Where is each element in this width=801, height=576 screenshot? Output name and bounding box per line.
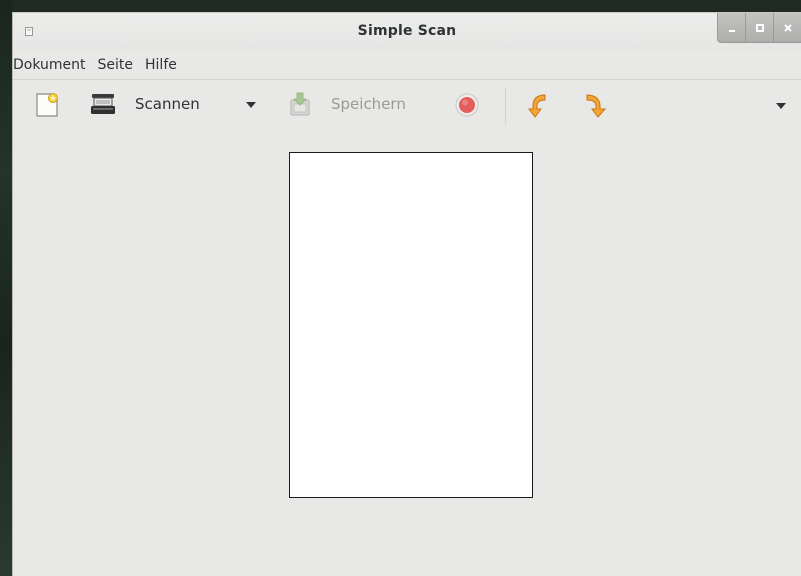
chevron-down-icon [776, 103, 786, 109]
rotate-right-icon [586, 94, 607, 118]
window-controls [717, 13, 801, 43]
save-icon [290, 92, 310, 116]
titlebar[interactable]: Simple Scan [13, 13, 801, 51]
scanner-icon [91, 94, 115, 114]
new-document-button[interactable] [35, 92, 59, 118]
minimize-button[interactable] [717, 13, 745, 43]
save-label: Speichern [331, 95, 406, 113]
stop-button[interactable] [455, 93, 479, 117]
app-window: Simple Scan Dokument Seite Hilfe Scannen… [12, 12, 801, 576]
minimize-icon [728, 29, 735, 32]
close-icon [783, 23, 792, 32]
scan-options-dropdown[interactable] [245, 101, 257, 109]
toolbar-overflow-dropdown[interactable] [775, 102, 787, 110]
save-button[interactable]: Speichern [289, 91, 406, 117]
chevron-down-icon [246, 102, 256, 108]
rotate-left-button[interactable] [525, 91, 551, 119]
menu-dokument[interactable]: Dokument [13, 57, 86, 73]
maximize-icon [755, 23, 764, 32]
toolbar: Scannen Speichern [13, 80, 801, 130]
close-button[interactable] [773, 13, 801, 43]
menu-hilfe[interactable]: Hilfe [145, 57, 177, 73]
rotate-left-icon [528, 94, 546, 118]
menu-seite[interactable]: Seite [98, 57, 134, 73]
toolbar-separator [505, 88, 506, 124]
new-document-icon [36, 93, 58, 117]
rotate-right-button[interactable] [583, 91, 609, 119]
scan-label: Scannen [135, 95, 200, 113]
maximize-button[interactable] [745, 13, 773, 43]
scan-button[interactable]: Scannen [89, 92, 200, 116]
menubar: Dokument Seite Hilfe [13, 51, 801, 79]
document-view[interactable] [13, 130, 801, 576]
desktop-background [0, 0, 12, 576]
stop-icon [455, 93, 479, 117]
blank-page-preview[interactable] [289, 152, 533, 498]
window-title: Simple Scan [357, 23, 457, 39]
